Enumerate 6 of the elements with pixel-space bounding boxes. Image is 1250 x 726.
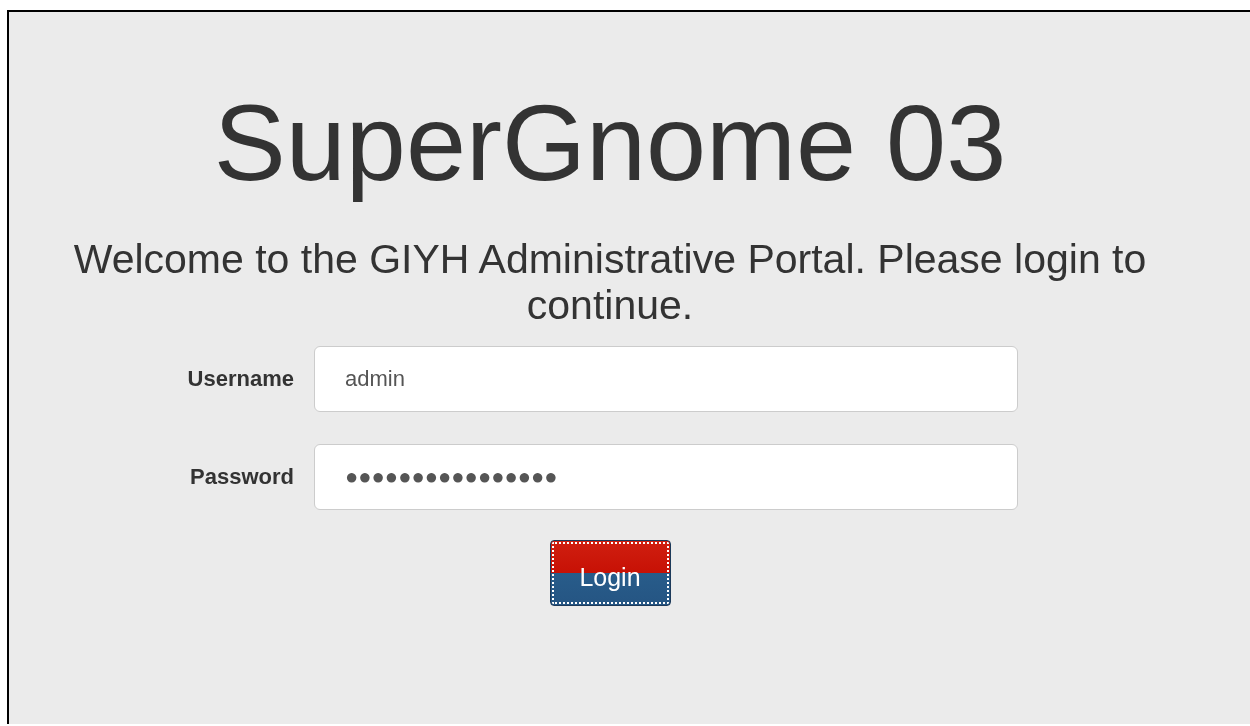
field-label: Username bbox=[186, 366, 295, 392]
page-title: SuperGnome 03 bbox=[213, 81, 1007, 205]
input-field[interactable]: admin bbox=[314, 346, 1018, 412]
input-field[interactable]: ●●●●●●●●●●●●●●●● bbox=[314, 444, 1018, 510]
welcome-message: Welcome to the GIYH Administrative Portal. Please login to continue. bbox=[72, 236, 1148, 328]
field-label: Password bbox=[189, 464, 295, 490]
